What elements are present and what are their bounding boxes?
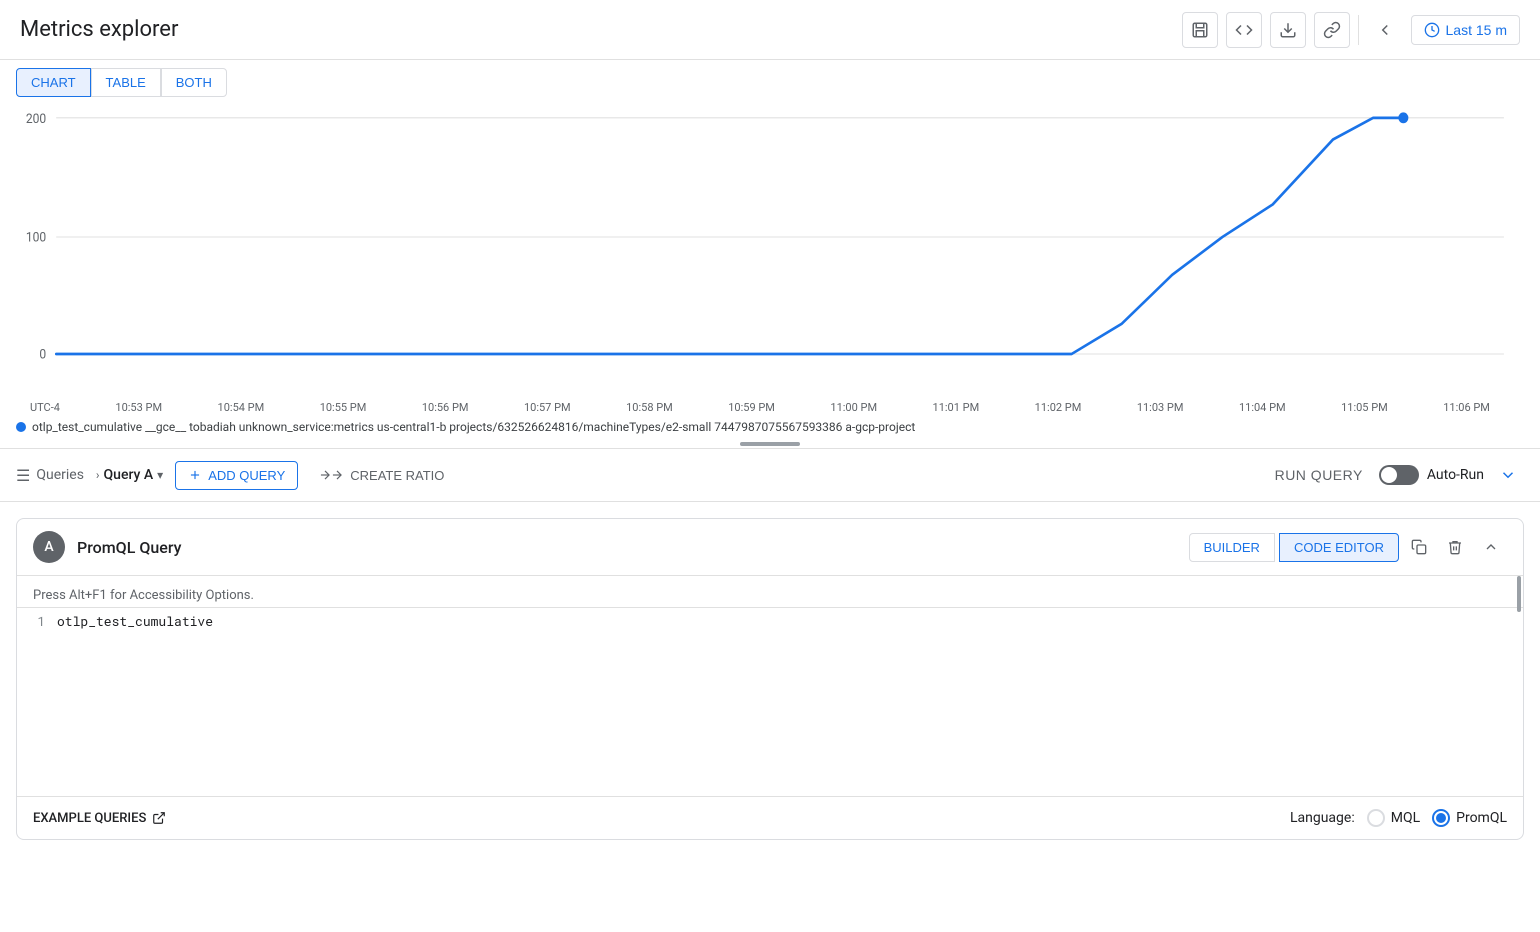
- x-label-1053: 10:53 PM: [115, 401, 162, 414]
- chart-legend: otlp_test_cumulative __gce__ tobadiah un…: [0, 414, 1540, 440]
- x-label-1055: 10:55 PM: [320, 401, 367, 414]
- promql-label: PromQL: [1456, 810, 1507, 826]
- x-label-1104: 11:04 PM: [1239, 401, 1286, 414]
- dropdown-arrow-icon: ▾: [157, 468, 163, 482]
- code-editor-button[interactable]: CODE EDITOR: [1279, 533, 1399, 562]
- collapse-query-button[interactable]: [1475, 531, 1507, 563]
- header-divider: [1358, 15, 1359, 45]
- query-header-actions: BUILDER CODE EDITOR: [1189, 531, 1507, 563]
- chart-area: 200 100 0: [0, 97, 1540, 397]
- expand-button[interactable]: [1492, 459, 1524, 491]
- language-label-text: Language:: [1290, 810, 1355, 826]
- x-label-1106: 11:06 PM: [1443, 401, 1490, 414]
- promql-radio-circle: [1432, 809, 1450, 827]
- query-selector[interactable]: Query A ▾: [104, 467, 164, 483]
- auto-run-label: Auto-Run: [1427, 467, 1484, 483]
- promql-radio-inner: [1436, 813, 1446, 823]
- example-queries-label: EXAMPLE QUERIES: [33, 811, 146, 826]
- query-avatar: A: [33, 531, 65, 563]
- link-button[interactable]: [1314, 12, 1350, 48]
- query-code[interactable]: otlp_test_cumulative: [57, 612, 213, 630]
- language-selector: Language: MQL PromQL: [1290, 809, 1507, 827]
- query-bottom-bar: EXAMPLE QUERIES Language: MQL PromQL: [17, 796, 1523, 839]
- editor-scrollbar: [1517, 576, 1521, 612]
- svg-text:100: 100: [26, 230, 46, 246]
- tab-table[interactable]: TABLE: [91, 68, 161, 97]
- header-actions: Last 15 m: [1182, 12, 1520, 48]
- create-ratio-label: CREATE RATIO: [350, 468, 444, 483]
- svg-text:200: 200: [26, 112, 46, 128]
- menu-icon: ☰: [16, 466, 30, 485]
- toggle-track[interactable]: [1379, 465, 1419, 485]
- mql-label: MQL: [1391, 810, 1420, 826]
- code-line-1: 1 otlp_test_cumulative: [17, 608, 1523, 634]
- mql-radio-option[interactable]: MQL: [1367, 809, 1420, 827]
- x-label-1105: 11:05 PM: [1341, 401, 1388, 414]
- svg-text:0: 0: [39, 347, 46, 363]
- tab-chart[interactable]: CHART: [16, 68, 91, 97]
- x-label-1058: 10:58 PM: [626, 401, 673, 414]
- run-query-label: RUN QUERY: [1275, 467, 1363, 483]
- chart-svg: 200 100 0: [16, 107, 1524, 367]
- legend-dot: [16, 422, 26, 432]
- time-range-button[interactable]: Last 15 m: [1411, 15, 1520, 45]
- download-button[interactable]: [1270, 12, 1306, 48]
- query-toolbar: ☰ Queries › Query A ▾ ADD QUERY CREATE R…: [0, 448, 1540, 502]
- add-query-button[interactable]: ADD QUERY: [175, 461, 298, 490]
- x-label-1059: 10:59 PM: [728, 401, 775, 414]
- time-range-label: Last 15 m: [1446, 22, 1507, 38]
- add-query-label: ADD QUERY: [208, 468, 285, 483]
- scroll-bar: [740, 442, 800, 446]
- x-label-1101: 11:01 PM: [933, 401, 980, 414]
- query-panel-title: PromQL Query: [77, 538, 1177, 557]
- chart-tabs: CHART TABLE BOTH: [0, 60, 1540, 97]
- copy-query-button[interactable]: [1403, 531, 1435, 563]
- query-selector-label: Query A: [104, 467, 154, 483]
- app-header: Metrics explorer Last 15 m: [0, 0, 1540, 60]
- page-title: Metrics explorer: [20, 17, 178, 42]
- queries-menu[interactable]: ☰ Queries: [16, 466, 92, 485]
- chart-x-axis: UTC-4 10:53 PM 10:54 PM 10:55 PM 10:56 P…: [0, 397, 1540, 414]
- queries-label: Queries: [36, 467, 84, 483]
- x-label-1102: 11:02 PM: [1035, 401, 1082, 414]
- code-editor-area[interactable]: Press Alt+F1 for Accessibility Options. …: [17, 576, 1523, 796]
- accessibility-hint: Press Alt+F1 for Accessibility Options.: [17, 584, 1523, 608]
- delete-query-button[interactable]: [1439, 531, 1471, 563]
- x-label-1056: 10:56 PM: [422, 401, 469, 414]
- toggle-thumb: [1381, 467, 1397, 483]
- save-chart-button[interactable]: [1182, 12, 1218, 48]
- code-button[interactable]: [1226, 12, 1262, 48]
- run-query-button[interactable]: RUN QUERY: [1259, 461, 1379, 489]
- legend-text: otlp_test_cumulative __gce__ tobadiah un…: [32, 420, 915, 434]
- example-queries-link[interactable]: EXAMPLE QUERIES: [33, 811, 166, 826]
- query-panel: A PromQL Query BUILDER CODE EDITOR Press…: [16, 518, 1524, 840]
- x-label-1103: 11:03 PM: [1137, 401, 1184, 414]
- tab-both[interactable]: BOTH: [161, 68, 227, 97]
- breadcrumb-chevron: ›: [96, 468, 100, 482]
- mql-radio-circle: [1367, 809, 1385, 827]
- query-panel-header: A PromQL Query BUILDER CODE EDITOR: [17, 519, 1523, 576]
- auto-run-toggle[interactable]: Auto-Run: [1379, 465, 1484, 485]
- x-label-1057: 10:57 PM: [524, 401, 571, 414]
- x-label-1054: 10:54 PM: [218, 401, 265, 414]
- create-ratio-button[interactable]: CREATE RATIO: [306, 462, 456, 489]
- x-label-1100: 11:00 PM: [830, 401, 877, 414]
- promql-radio-option[interactable]: PromQL: [1432, 809, 1507, 827]
- scroll-hint: [0, 440, 1540, 448]
- back-button[interactable]: [1367, 12, 1403, 48]
- x-label-utc: UTC-4: [30, 401, 60, 414]
- builder-button[interactable]: BUILDER: [1189, 533, 1275, 562]
- line-number: 1: [17, 612, 57, 630]
